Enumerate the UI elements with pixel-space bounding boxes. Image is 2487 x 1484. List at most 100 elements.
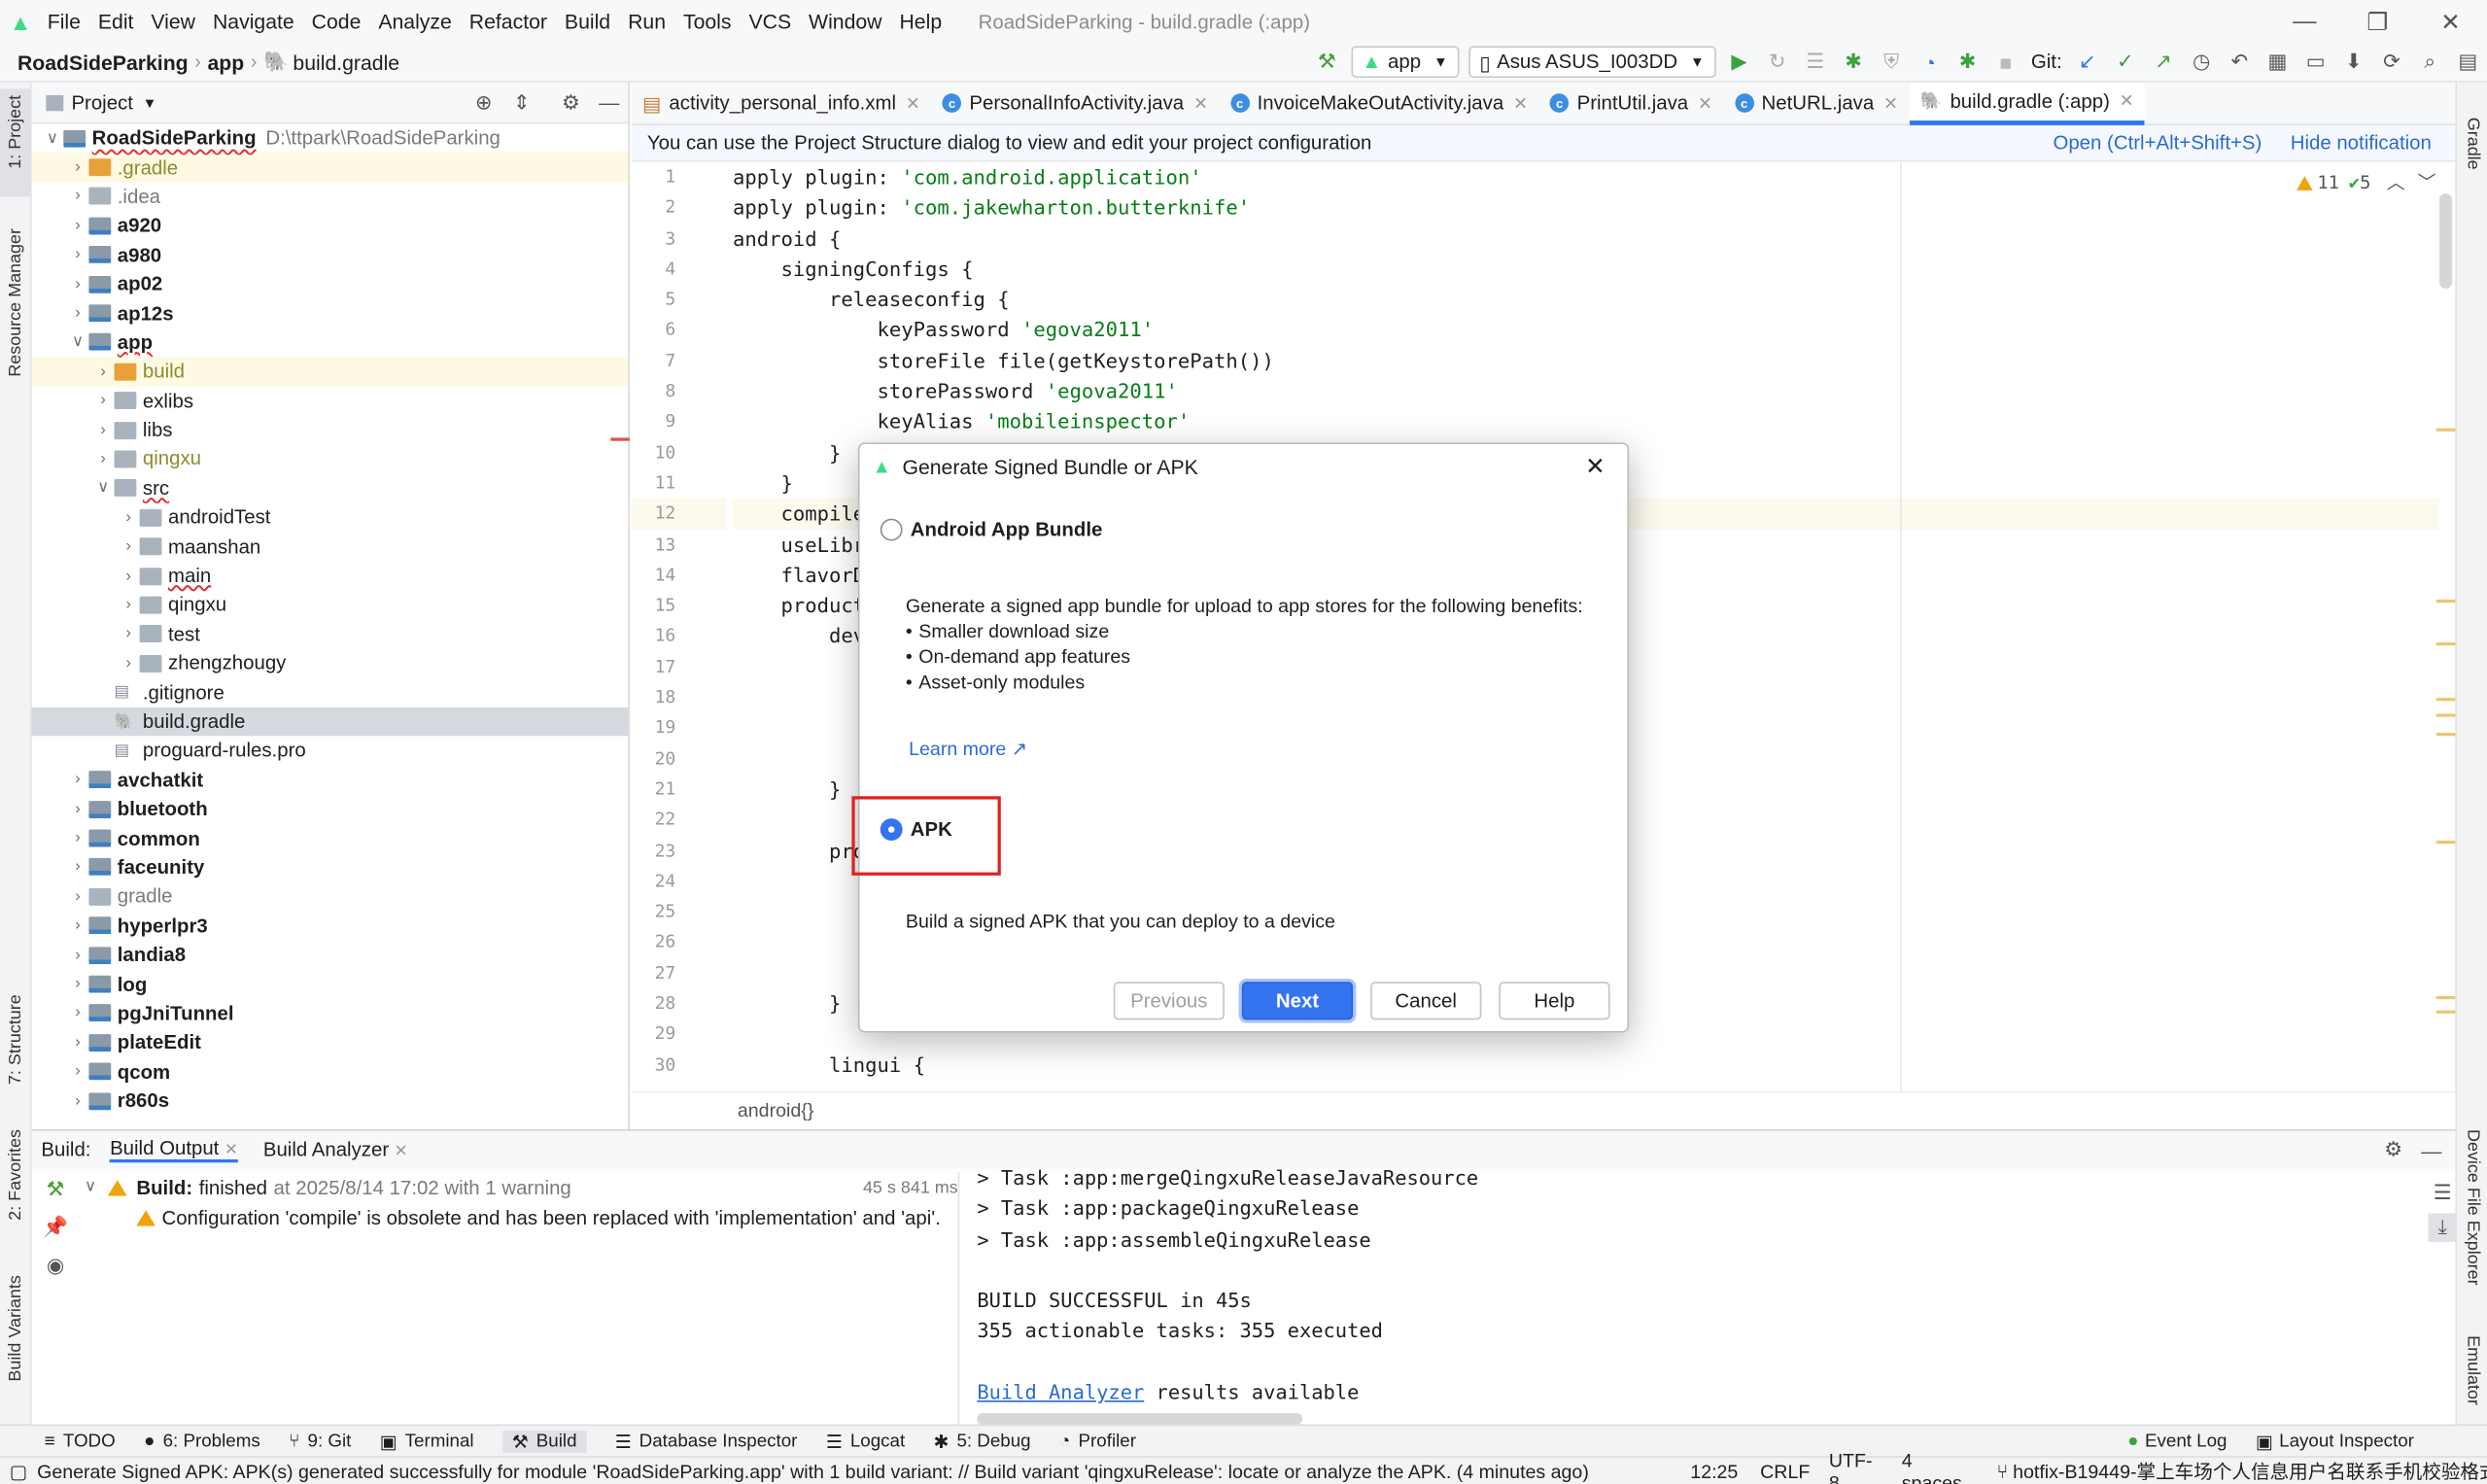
tree-item[interactable]: › androidTest: [32, 502, 629, 532]
menu-navigate[interactable]: Navigate: [213, 10, 294, 33]
eye-icon[interactable]: ◉: [41, 1252, 69, 1280]
attach-debugger-icon[interactable]: ✱: [1953, 48, 1982, 76]
open-project-structure-link[interactable]: Open (Ctrl+Alt+Shift+S): [2053, 131, 2262, 154]
hammer-icon[interactable]: ⚒: [41, 1175, 69, 1203]
chevron-right-icon[interactable]: ›: [67, 1034, 89, 1052]
chevron-right-icon[interactable]: ›: [67, 772, 89, 789]
chevron-right-icon[interactable]: ›: [67, 188, 89, 205]
chevron-right-icon[interactable]: ›: [67, 859, 89, 877]
tree-item[interactable]: › exlibs: [32, 386, 629, 415]
previous-button[interactable]: Previous: [1113, 982, 1225, 1020]
chevron-right-icon[interactable]: ›: [118, 655, 140, 673]
tool-button--git[interactable]: ⑂ 9: Git: [289, 1432, 351, 1451]
structure-tool-button[interactable]: 7: Structure: [7, 994, 26, 1085]
chevron-down-icon[interactable]: ﹀: [2418, 170, 2436, 195]
project-tool-button[interactable]: 1: Project: [7, 95, 26, 169]
git-rollback-icon[interactable]: ↶: [2226, 48, 2254, 76]
tree-item[interactable]: › qingxu: [32, 591, 629, 620]
tree-item[interactable]: › build: [31, 357, 629, 387]
tree-item[interactable]: › a980: [32, 240, 629, 269]
close-tab-icon[interactable]: ✕: [1193, 92, 1208, 114]
chevron-right-icon[interactable]: ›: [67, 275, 89, 293]
build-analyzer-link[interactable]: Build Analyzer: [977, 1380, 1144, 1403]
tree-item[interactable]: › common: [32, 824, 629, 853]
tree-item[interactable]: › libs: [32, 415, 629, 444]
menu-build[interactable]: Build: [565, 10, 610, 33]
tree-item[interactable]: › qcom: [32, 1057, 629, 1087]
tool-button-logcat[interactable]: ☰ Logcat: [826, 1430, 905, 1452]
hide-notification-link[interactable]: Hide notification: [2291, 131, 2432, 154]
chevron-right-icon[interactable]: ›: [67, 888, 89, 906]
settings-icon[interactable]: ▤: [2454, 48, 2482, 76]
editor-tab[interactable]: c NetURL.java ✕: [1723, 82, 1909, 124]
pin-icon[interactable]: 📌: [41, 1213, 69, 1241]
file-encoding[interactable]: UTF-8: [1829, 1449, 1883, 1484]
cancel-button[interactable]: Cancel: [1370, 982, 1482, 1020]
chevron-up-icon[interactable]: ︿: [2387, 170, 2405, 195]
git-push-icon[interactable]: ↗: [2149, 48, 2177, 76]
option-apk[interactable]: APK: [880, 818, 952, 841]
run-icon[interactable]: ▶: [1725, 48, 1753, 76]
build-status-row[interactable]: ∨ Build: finished at 2025/8/14 17:02 wit…: [80, 1172, 958, 1202]
close-tab-icon[interactable]: ✕: [906, 92, 920, 114]
editor-scrollbar[interactable]: [2439, 193, 2453, 290]
menu-window[interactable]: Window: [809, 10, 881, 33]
tree-item[interactable]: › landia8: [32, 941, 629, 970]
tree-item[interactable]: › gradle: [32, 882, 629, 912]
collapse-all-icon[interactable]: ⇕: [507, 88, 535, 117]
git-commit-icon[interactable]: ✓: [2111, 48, 2139, 76]
close-window-icon[interactable]: ✕: [2414, 7, 2487, 36]
gear-icon[interactable]: ⚙: [557, 88, 585, 117]
chevron-right-icon[interactable]: ›: [118, 568, 140, 585]
git-branch[interactable]: hotfix-B19449-掌上车场个人信息用户名联系手机校验格式: [2013, 1458, 2487, 1484]
menu-edit[interactable]: Edit: [98, 10, 134, 33]
soft-wrap-icon[interactable]: ☰: [2429, 1179, 2457, 1207]
apply-code-changes-icon[interactable]: ☰: [1801, 48, 1829, 76]
git-update-icon[interactable]: ↙: [2073, 48, 2101, 76]
tree-item[interactable]: › maanshan: [32, 532, 629, 561]
tree-item[interactable]: ▤ .gitignore: [32, 678, 629, 707]
chevron-right-icon[interactable]: ›: [118, 538, 140, 556]
tree-item[interactable]: › zhengzhougy: [32, 649, 629, 678]
chevron-right-icon[interactable]: ›: [92, 450, 115, 467]
make-project-icon[interactable]: ⚒: [1313, 48, 1341, 76]
tree-item[interactable]: ▤ proguard-rules.pro: [32, 737, 629, 766]
chevron-down-icon[interactable]: ∨: [41, 129, 63, 147]
tool-button-profiler[interactable]: ◔ Profiler: [1059, 1432, 1136, 1451]
line-separator[interactable]: CRLF: [1760, 1460, 1810, 1482]
indent-setting[interactable]: 4 spaces: [1902, 1449, 1978, 1484]
close-tab-icon[interactable]: ✕: [1698, 92, 1712, 114]
editor-tab[interactable]: c InvoiceMakeOutActivity.java ✕: [1219, 82, 1538, 124]
tree-item[interactable]: › .idea: [32, 182, 629, 211]
chevron-right-icon[interactable]: ›: [67, 217, 89, 234]
editor-tab[interactable]: c PersonalInfoActivity.java ✕: [931, 82, 1219, 124]
caret-position[interactable]: 12:25: [1690, 1460, 1738, 1482]
apply-changes-icon[interactable]: ↻: [1763, 48, 1791, 76]
close-tab-icon[interactable]: ✕: [2120, 90, 2134, 112]
status-toggle-icon[interactable]: ▢: [10, 1460, 28, 1482]
chevron-right-icon[interactable]: ›: [92, 392, 115, 409]
editor-tab[interactable]: 🐘 build.gradle (:app) ✕: [1909, 82, 2146, 125]
chevron-right-icon[interactable]: ›: [118, 508, 140, 526]
event-log-tool-button[interactable]: ● Event Log: [2127, 1432, 2227, 1451]
emulator-tool-button[interactable]: Emulator: [2464, 1335, 2483, 1405]
menu-help[interactable]: Help: [899, 10, 942, 33]
apk-radio[interactable]: [880, 818, 903, 841]
menu-view[interactable]: View: [151, 10, 195, 33]
close-tab-icon[interactable]: ✕: [1883, 92, 1898, 114]
tab-build-analyzer[interactable]: Build Analyzer ✕: [263, 1139, 408, 1161]
next-button[interactable]: Next: [1241, 982, 1354, 1020]
tree-item[interactable]: › plateEdit: [32, 1028, 629, 1057]
tree-root[interactable]: ∨ RoadSideParking D:\ttpark\RoadSidePark…: [32, 123, 629, 153]
hide-panel-icon[interactable]: —: [2417, 1136, 2445, 1164]
maximize-icon[interactable]: ❐: [2341, 7, 2414, 36]
tool-button-database-inspector[interactable]: ☰ Database Inspector: [615, 1430, 798, 1452]
chevron-right-icon[interactable]: ›: [118, 597, 140, 614]
tool-button-terminal[interactable]: ▣ Terminal: [380, 1430, 474, 1452]
chevron-right-icon[interactable]: ›: [67, 1063, 89, 1081]
avd-manager-icon[interactable]: ▭: [2301, 48, 2330, 76]
tree-item[interactable]: › hyperlpr3: [32, 912, 629, 941]
chevron-right-icon[interactable]: ›: [67, 917, 89, 935]
menu-refactor[interactable]: Refactor: [469, 10, 547, 33]
inspection-widget[interactable]: 11 ✔ 5 ︿ ﹀: [2297, 170, 2435, 195]
